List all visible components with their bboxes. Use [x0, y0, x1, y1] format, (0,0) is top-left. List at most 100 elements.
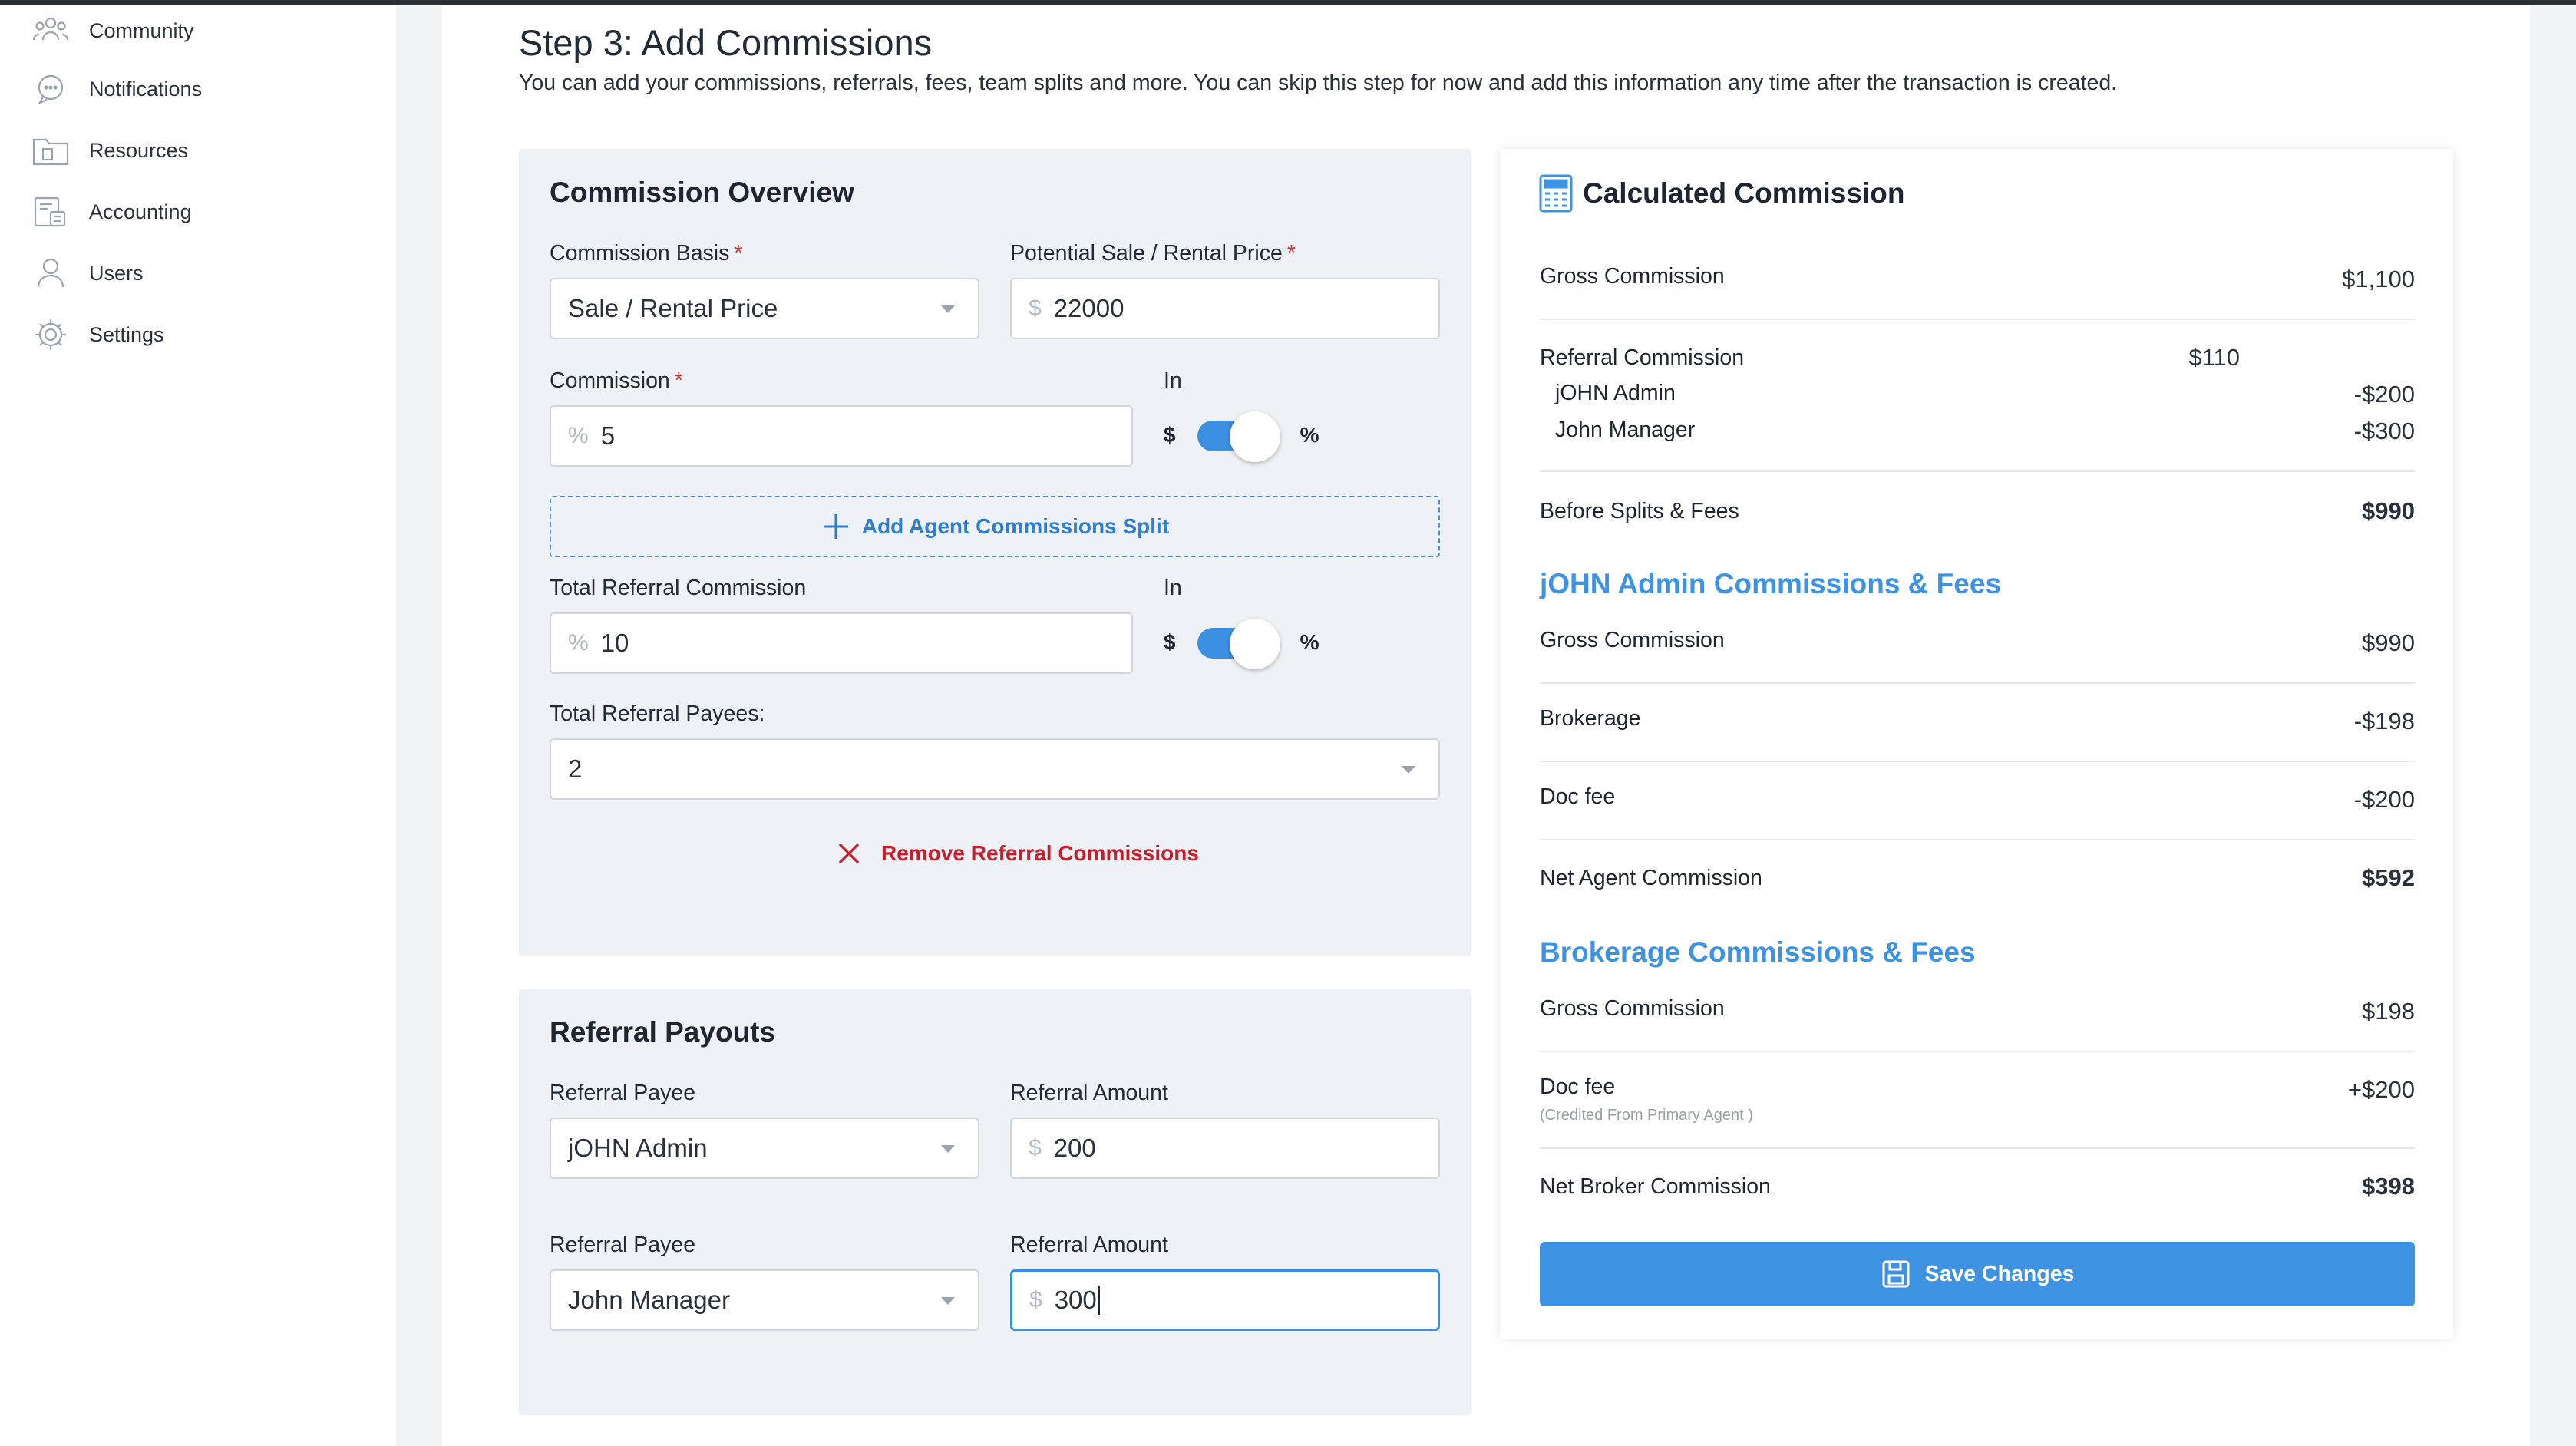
- page-description: You can add your commissions, referrals,…: [519, 71, 2118, 95]
- accounting-icon: [34, 196, 66, 227]
- agent-docfee-value: -$200: [2353, 786, 2415, 813]
- total-referral-label: Total Referral Commission: [550, 576, 807, 600]
- agent-brokerage-value: -$198: [2353, 708, 2415, 735]
- referral-unit-toggle[interactable]: [1197, 619, 1282, 669]
- gross-commission-value: $1,100: [2342, 266, 2415, 292]
- input-value: 300: [1054, 1286, 1097, 1314]
- percent-label: %: [1300, 423, 1319, 447]
- currency-prefix: $: [1029, 1135, 1042, 1160]
- referral-commission-value: $110: [2188, 344, 2240, 371]
- calculated-commission-card: [1500, 149, 2453, 1339]
- divider: [1540, 1051, 2415, 1052]
- referral-payouts-title: Referral Payouts: [550, 1016, 776, 1048]
- chevron-down-icon: [941, 1145, 955, 1153]
- community-icon: [32, 17, 69, 41]
- chevron-down-icon: [1402, 766, 1415, 774]
- commission-basis-select[interactable]: Sale / Rental Price: [550, 278, 979, 339]
- label-text: Potential Sale / Rental Price: [1010, 241, 1283, 266]
- remove-referral-button[interactable]: Remove Referral Commissions: [837, 841, 1199, 866]
- sidebar-item-label: Resources: [89, 138, 189, 162]
- required-marker: *: [734, 241, 743, 266]
- divider: [1540, 319, 2415, 320]
- required-marker: *: [1286, 241, 1296, 266]
- broker-gross-value: $198: [2362, 998, 2415, 1025]
- sidebar-item-label: Notifications: [89, 77, 203, 101]
- divider: [1540, 761, 2415, 762]
- input-value: 200: [1053, 1134, 1096, 1162]
- sidebar-item-accounting[interactable]: Accounting: [31, 189, 368, 235]
- toggle-knob: [1229, 411, 1280, 462]
- save-changes-button[interactable]: Save Changes: [1540, 1242, 2415, 1306]
- commission-input[interactable]: % 5: [550, 405, 1133, 467]
- currency-prefix: $: [1029, 1287, 1042, 1312]
- net-agent-label: Net Agent Commission: [1540, 866, 1762, 890]
- agent-docfee-label: Doc fee: [1540, 784, 1616, 809]
- page-title: Step 3: Add Commissions: [519, 22, 933, 63]
- before-splits-value: $990: [2362, 497, 2415, 524]
- dollar-label: $: [1164, 630, 1176, 654]
- add-agent-split-button[interactable]: Add Agent Commissions Split: [550, 496, 1440, 557]
- broker-docfee-label: Doc fee: [1540, 1075, 1616, 1099]
- potential-price-label: Potential Sale / Rental Price *: [1010, 241, 1296, 266]
- input-value: 22000: [1053, 294, 1125, 322]
- broker-docfee-value: +$200: [2347, 1076, 2415, 1103]
- required-marker: *: [674, 368, 683, 393]
- select-value: jOHN Admin: [568, 1134, 708, 1162]
- commission-unit-toggle[interactable]: [1197, 411, 1282, 462]
- divider: [1540, 470, 2415, 472]
- sidebar: Community Notifications Resources Accoun…: [0, 5, 396, 1446]
- referral-payees-select[interactable]: 2: [550, 738, 1440, 800]
- referral-payees-label: Total Referral Payees:: [550, 702, 765, 726]
- referral-payee-select[interactable]: jOHN Admin: [550, 1118, 979, 1179]
- folder-icon: [32, 138, 69, 166]
- calculated-commission-title: Calculated Commission: [1583, 177, 1905, 209]
- referral-amount-input[interactable]: $ 200: [1010, 1118, 1440, 1179]
- referral-payee-select[interactable]: John Manager: [550, 1269, 979, 1331]
- commission-unit-toggle-group: $ %: [1164, 411, 1319, 462]
- select-value: 2: [568, 754, 583, 783]
- net-broker-label: Net Broker Commission: [1540, 1174, 1771, 1199]
- label-text: Commission Basis: [550, 241, 730, 266]
- before-splits-label: Before Splits & Fees: [1540, 499, 1739, 523]
- sidebar-item-label: Accounting: [89, 200, 192, 223]
- sidebar-item-label: Users: [89, 261, 144, 285]
- plus-icon: [823, 514, 848, 539]
- dollar-label: $: [1164, 423, 1176, 447]
- agent-brokerage-label: Brokerage: [1540, 706, 1641, 731]
- commission-label: Commission *: [550, 368, 683, 394]
- referral-in-label: In: [1164, 576, 1182, 600]
- gross-commission-label: Gross Commission: [1540, 264, 1725, 289]
- commission-basis-label: Commission Basis *: [550, 241, 742, 266]
- referral-payee-label: Referral Payee: [550, 1081, 696, 1105]
- net-agent-value: $592: [2362, 864, 2415, 891]
- save-icon: [1882, 1260, 1910, 1288]
- sidebar-item-community[interactable]: Community: [31, 8, 368, 54]
- agent-gross-label: Gross Commission: [1540, 628, 1725, 652]
- select-value: John Manager: [568, 1286, 730, 1314]
- chat-bubble-icon: [38, 74, 64, 105]
- user-icon: [37, 258, 64, 288]
- referral-amount-input[interactable]: $ 300: [1010, 1269, 1440, 1331]
- sidebar-item-users[interactable]: Users: [31, 250, 368, 296]
- button-label: Add Agent Commissions Split: [861, 514, 1170, 538]
- referral-payee-value: -$300: [2353, 418, 2415, 444]
- total-referral-input[interactable]: % 10: [550, 612, 1133, 674]
- currency-prefix: $: [1029, 295, 1042, 321]
- broker-docfee-note: (Credited From Primary Agent ): [1540, 1107, 1753, 1124]
- sidebar-item-label: Settings: [89, 322, 164, 346]
- referral-commission-label: Referral Commission: [1540, 345, 1745, 370]
- sidebar-item-notifications[interactable]: Notifications: [31, 66, 368, 112]
- referral-payouts-panel: [519, 989, 1471, 1415]
- referral-payee-label: Referral Payee: [550, 1233, 696, 1257]
- sidebar-item-settings[interactable]: Settings: [31, 312, 368, 358]
- gear-icon: [35, 319, 66, 350]
- potential-price-input[interactable]: $ 22000: [1010, 278, 1440, 339]
- net-broker-value: $398: [2362, 1173, 2415, 1200]
- label-text: Commission: [550, 368, 670, 393]
- sidebar-item-resources[interactable]: Resources: [31, 127, 368, 173]
- broker-section-title: Brokerage Commissions & Fees: [1540, 936, 1976, 968]
- percent-prefix: %: [568, 423, 589, 448]
- referral-amount-label: Referral Amount: [1010, 1233, 1168, 1257]
- divider: [1540, 839, 2415, 840]
- chevron-down-icon: [941, 305, 955, 313]
